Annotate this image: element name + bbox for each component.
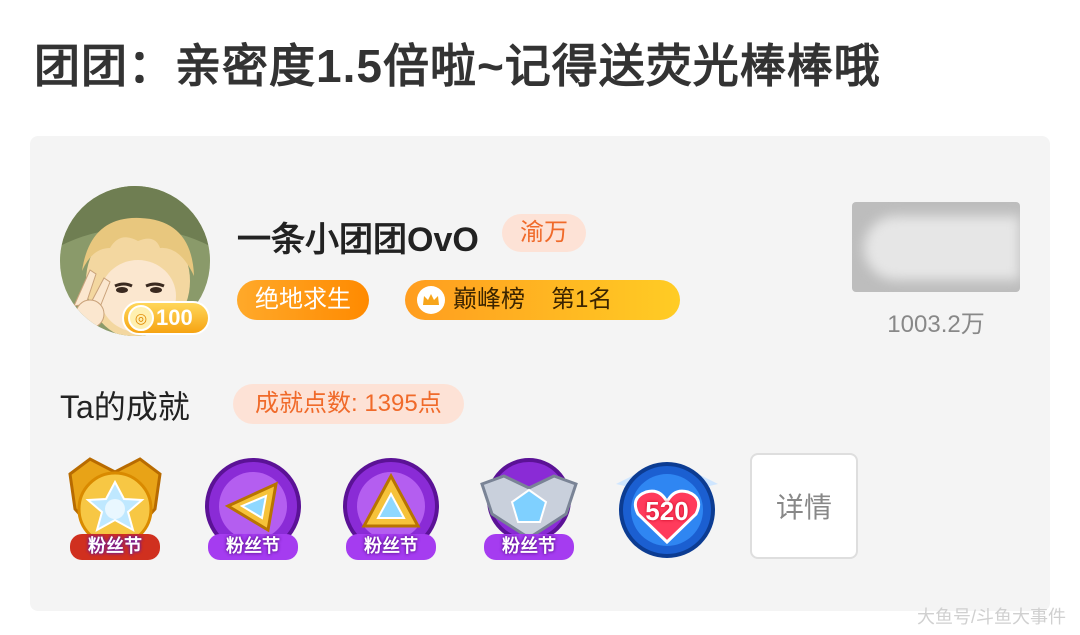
coin-icon: ◎ xyxy=(128,305,154,331)
level-badge: ◎ 100 xyxy=(122,301,210,335)
badge-caption: 粉丝节 xyxy=(502,536,556,556)
fan-festival-gold-badge[interactable]: 粉丝节 xyxy=(60,454,170,564)
follower-count: 1003.2万 xyxy=(887,311,985,338)
badge-caption: 粉丝节 xyxy=(88,536,142,556)
profile-card: ◎ 100 一条小团团OvO 渝万 绝地求生 巅峰榜 第1名 1003.2万 T… xyxy=(30,136,1050,611)
rank-position: 第1名 xyxy=(551,286,613,313)
details-button[interactable]: 详情 xyxy=(750,453,858,559)
520-badge[interactable]: 520 xyxy=(612,454,722,564)
crown-icon xyxy=(417,286,445,314)
blurred-follow-button[interactable] xyxy=(852,202,1020,292)
username[interactable]: 一条小团团OvO xyxy=(237,212,479,261)
page-title: 团团：亲密度1.5倍啦~记得送荧光棒棒哦 xyxy=(34,40,881,92)
game-category-tag[interactable]: 绝地求生 xyxy=(237,280,369,320)
watermark: 大鱼号/斗鱼大事件 xyxy=(916,607,1066,627)
level-value: 100 xyxy=(156,305,193,330)
badge-caption: 520 xyxy=(645,496,689,526)
fan-festival-purple-gold-badge[interactable]: 粉丝节 xyxy=(336,454,446,564)
rank-label: 巅峰榜 xyxy=(453,286,525,313)
badge-caption: 粉丝节 xyxy=(226,536,280,556)
region-tag: 渝万 xyxy=(502,214,586,252)
rank-tag[interactable]: 巅峰榜 第1名 xyxy=(405,280,680,320)
achievements-title: Ta的成就 xyxy=(60,389,190,425)
achievement-points-badge: 成就点数: 1395点 xyxy=(233,384,464,424)
badge-caption: 粉丝节 xyxy=(364,536,418,556)
fan-festival-purple-triangle-badge[interactable]: 粉丝节 xyxy=(198,454,308,564)
fan-festival-silver-badge[interactable]: 粉丝节 xyxy=(474,454,584,564)
